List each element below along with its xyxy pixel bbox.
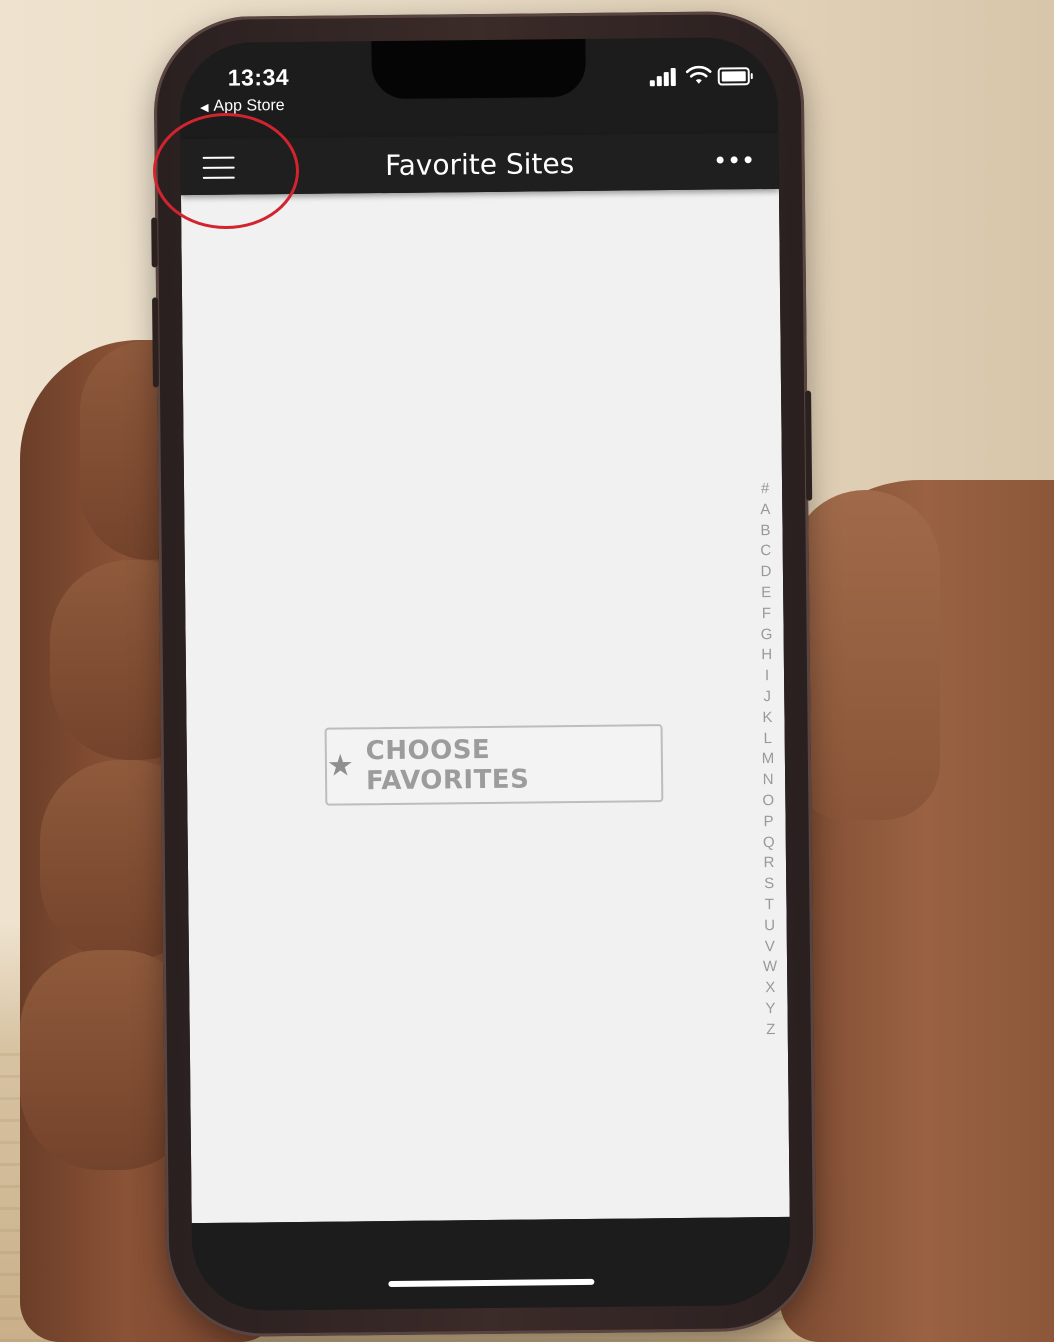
highlight-circle-annotation — [153, 113, 299, 229]
alpha-index-letter[interactable]: O — [762, 791, 774, 812]
alpha-index-letter[interactable]: E — [761, 583, 771, 604]
alpha-index-letter[interactable]: R — [763, 853, 774, 874]
back-triangle-icon: ◀ — [199, 101, 209, 114]
bottom-bar — [191, 1216, 791, 1312]
battery-icon — [717, 67, 750, 86]
alphabet-index[interactable]: # A B C D E F G H I J K L M N O P Q R S T U V W X Y Z — [754, 479, 782, 1041]
alpha-index-letter[interactable]: H — [761, 645, 772, 666]
alpha-index-letter[interactable]: Z — [766, 1020, 775, 1041]
alpha-index-letter[interactable]: A — [760, 500, 770, 521]
alpha-index-letter[interactable]: # — [761, 479, 770, 500]
alpha-index-letter[interactable]: B — [760, 521, 770, 542]
star-icon: ★ — [326, 749, 355, 783]
choose-favorites-label: CHOOSE FAVORITES — [365, 734, 530, 797]
alpha-index-letter[interactable]: Y — [765, 999, 775, 1020]
alpha-index-letter[interactable]: M — [762, 749, 775, 770]
wifi-icon — [685, 65, 712, 84]
alpha-index-letter[interactable]: S — [764, 874, 774, 895]
alpha-index-letter[interactable]: D — [760, 562, 771, 583]
more-options-icon[interactable] — [715, 153, 757, 167]
alpha-index-letter[interactable]: X — [765, 978, 775, 999]
home-indicator[interactable] — [388, 1278, 595, 1288]
volume-button — [152, 297, 159, 388]
cellular-signal-icon — [649, 66, 678, 87]
alpha-index-letter[interactable]: G — [761, 625, 773, 646]
alpha-index-letter[interactable]: V — [765, 937, 775, 958]
phone-screen: 13:34 ◀ App Store Favorite Sites ★ CHOOS… — [179, 36, 791, 1312]
alpha-index-letter[interactable]: F — [762, 604, 771, 625]
power-button — [805, 390, 813, 501]
alpha-index-letter[interactable]: J — [763, 687, 771, 708]
alpha-index-letter[interactable]: K — [762, 708, 772, 729]
thumb — [790, 490, 940, 820]
status-time: 13:34 — [227, 64, 290, 91]
alpha-index-letter[interactable]: W — [763, 957, 777, 978]
alpha-index-letter[interactable]: T — [765, 895, 774, 916]
alpha-index-letter[interactable]: P — [763, 812, 773, 833]
alpha-index-letter[interactable]: C — [760, 541, 771, 562]
status-icons — [649, 65, 750, 88]
choose-favorites-button[interactable]: ★ CHOOSE FAVORITES — [324, 724, 664, 806]
alpha-index-letter[interactable]: U — [764, 916, 775, 937]
notch — [371, 38, 586, 100]
mute-switch — [151, 217, 158, 268]
favorites-content: ★ CHOOSE FAVORITES # A B C D E F G H I J K L M N O P Q R S T… — [180, 188, 790, 1224]
alpha-index-letter[interactable]: L — [763, 729, 772, 750]
alpha-index-letter[interactable]: I — [765, 666, 769, 687]
alpha-index-letter[interactable]: N — [763, 770, 774, 791]
alpha-index-letter[interactable]: Q — [763, 833, 775, 854]
